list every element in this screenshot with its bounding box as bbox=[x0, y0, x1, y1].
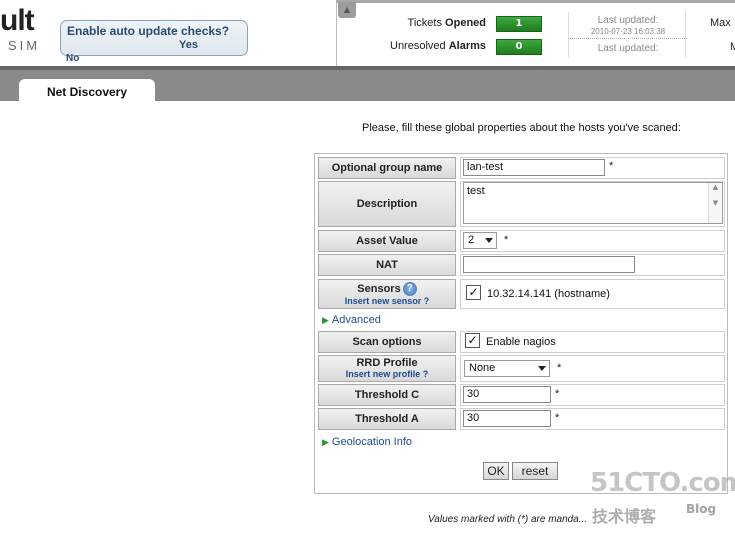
enable-nagios-checkbox[interactable]: ✓ bbox=[465, 333, 480, 348]
required-marker: * bbox=[557, 362, 562, 374]
required-marker: * bbox=[504, 234, 509, 246]
rrd-profile-selected: None bbox=[469, 362, 496, 374]
rrd-profile-label: RRD Profile bbox=[356, 357, 418, 369]
max-label-2: M bbox=[730, 41, 735, 53]
rrd-profile-select[interactable]: None bbox=[464, 360, 550, 377]
description-textarea[interactable]: test bbox=[463, 182, 723, 224]
description-scrollbar[interactable]: ▲ ▼ bbox=[708, 183, 722, 223]
threshold-c-label: Threshold C bbox=[318, 384, 456, 406]
watermark-subtitle: 技术博客 bbox=[592, 507, 657, 526]
last-updated-column: Last updated: 2010-07-23 16:03:38 Last u… bbox=[568, 12, 687, 58]
chevron-down-icon bbox=[538, 366, 546, 371]
geolocation-toggle[interactable]: ▶ Geolocation Info bbox=[322, 436, 412, 448]
group-name-label: Optional group name bbox=[318, 157, 456, 179]
auto-update-yes-link[interactable]: Yes bbox=[179, 39, 198, 51]
watermark-blog: Blog bbox=[686, 502, 717, 516]
rrd-profile-label-cell: RRD Profile Insert new profile ? bbox=[318, 355, 456, 382]
expand-triangle-icon: ▶ bbox=[322, 315, 329, 325]
tickets-opened-count[interactable]: 1 bbox=[496, 16, 542, 32]
auto-update-no-link[interactable]: No bbox=[66, 53, 79, 64]
top-header: ult SIM Enable auto update checks? Yes N… bbox=[0, 0, 735, 66]
tab-bar: Net Discovery bbox=[0, 66, 735, 105]
watermark-logo: 51CTO.com bbox=[590, 468, 735, 498]
logo: ult bbox=[0, 4, 35, 37]
auto-update-prompt: Enable auto update checks? Yes bbox=[60, 20, 248, 56]
reset-button[interactable]: reset bbox=[512, 462, 558, 480]
auto-update-question: Enable auto update checks? bbox=[67, 24, 230, 38]
required-marker: * bbox=[555, 388, 560, 400]
unresolved-alarms-count[interactable]: 0 bbox=[496, 39, 542, 55]
logo-subtitle: SIM bbox=[8, 38, 41, 53]
max-label: Max bbox=[710, 17, 731, 29]
tickets-opened-label: Tickets Opened bbox=[407, 17, 486, 29]
expand-triangle-icon: ▶ bbox=[322, 437, 329, 447]
ok-button[interactable]: OK bbox=[483, 462, 509, 480]
help-icon[interactable]: ? bbox=[402, 281, 417, 296]
insert-new-sensor-link[interactable]: Insert new sensor ? bbox=[345, 296, 430, 307]
sensors-label-cell: Sensors? Insert new sensor ? bbox=[318, 279, 456, 309]
threshold-a-label: Threshold A bbox=[318, 408, 456, 430]
sensors-label: Sensors? bbox=[357, 281, 417, 296]
sensor-item-label: 10.32.14.141 (hostname) bbox=[487, 288, 610, 300]
required-marker: * bbox=[555, 412, 560, 424]
chevron-down-icon bbox=[485, 238, 493, 243]
threshold-c-input[interactable]: 30 bbox=[463, 386, 551, 403]
threshold-a-input[interactable]: 30 bbox=[463, 410, 551, 427]
insert-new-profile-link[interactable]: Insert new profile ? bbox=[346, 369, 429, 380]
advanced-toggle[interactable]: ▶ Advanced bbox=[322, 314, 381, 326]
required-footnote: Values marked with (*) are manda... bbox=[428, 514, 588, 525]
form-intro-text: Please, fill these global properties abo… bbox=[362, 122, 681, 134]
required-marker: * bbox=[609, 160, 614, 172]
asset-value-selected: 2 bbox=[468, 234, 475, 246]
last-updated-value: 2010-07-23 16:03:38 bbox=[569, 27, 687, 39]
nat-input[interactable] bbox=[463, 256, 635, 273]
description-label: Description bbox=[318, 181, 456, 227]
tab-net-discovery[interactable]: Net Discovery bbox=[19, 79, 155, 105]
nat-label: NAT bbox=[318, 254, 456, 276]
asset-value-cell bbox=[460, 230, 725, 252]
sensor-checkbox[interactable]: ✓ bbox=[466, 285, 481, 300]
last-updated-label-2: Last updated: bbox=[597, 43, 659, 54]
collapse-header-icon[interactable]: ▲ bbox=[338, 2, 356, 18]
asset-value-label: Asset Value bbox=[318, 230, 456, 252]
unresolved-alarms-label: Unresolved Alarms bbox=[390, 40, 486, 52]
scan-options-label: Scan options bbox=[318, 331, 456, 353]
group-name-input[interactable]: lan-test bbox=[463, 159, 605, 176]
asset-value-select[interactable]: 2 bbox=[463, 232, 497, 249]
enable-nagios-label: Enable nagios bbox=[486, 336, 556, 348]
last-updated-label: Last updated: bbox=[597, 15, 659, 26]
